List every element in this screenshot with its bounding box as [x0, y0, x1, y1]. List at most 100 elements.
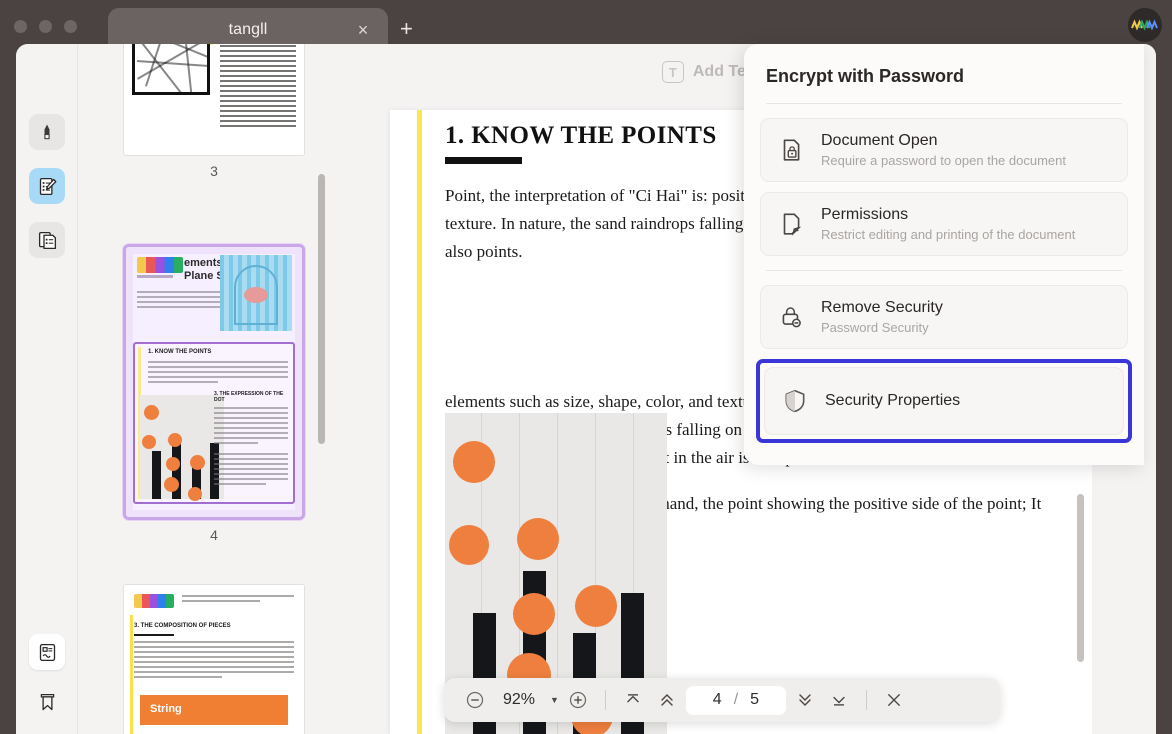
menu-item-title: Remove Security — [821, 299, 943, 317]
current-page-value: 4 — [713, 691, 722, 709]
lock-remove-icon — [777, 304, 805, 330]
highlighter-icon — [37, 122, 57, 142]
thumbnail-top-lines — [182, 595, 294, 605]
thumbnail-preview: ements ofPlane Space 1. KNOW THE POINTS — [126, 247, 302, 517]
updf-logo — [137, 257, 183, 273]
page-thumbnail-panel: 3 ements ofPlane Space — [78, 44, 330, 734]
panel-group-security: Remove Security Password Security Securi… — [744, 285, 1144, 443]
chevron-up-bar-icon — [623, 690, 643, 710]
zoom-in-button[interactable] — [563, 685, 593, 715]
avatar[interactable] — [1128, 8, 1162, 42]
menu-item-subtitle: Require a password to open the document — [821, 153, 1066, 168]
rainbow-wave-icon — [1131, 18, 1159, 32]
menu-item-subtitle: Restrict editing and printing of the doc… — [821, 227, 1075, 242]
menu-item-subtitle: Password Security — [821, 320, 943, 335]
thumbnail-right-heading: 3. THE EXPRESSION OF THE DOT — [214, 391, 288, 403]
edit-document-icon — [37, 176, 58, 197]
menu-item-title: Permissions — [821, 206, 1075, 224]
thumbnail-item[interactable]: 3. THE COMPOSITION OF PIECES String — [123, 584, 305, 734]
left-toolbar — [16, 44, 78, 734]
zoom-level-value[interactable]: 92% — [494, 691, 544, 709]
thumbnail-page-5[interactable]: 3. THE COMPOSITION OF PIECES String — [123, 584, 305, 734]
thumbnail-section-heading: 3. THE COMPOSITION OF PIECES — [134, 623, 231, 629]
previous-page-button[interactable] — [652, 685, 682, 715]
close-icon — [885, 691, 903, 709]
maximize-window-button[interactable] — [64, 20, 77, 33]
yellow-accent-bar — [130, 615, 133, 734]
thumbnail-scrollbar[interactable] — [318, 174, 325, 444]
chevron-down-bar-icon — [829, 690, 849, 710]
thumbnail-illustration — [220, 255, 292, 331]
thumbnail-item[interactable]: ements ofPlane Space 1. KNOW THE POINTS — [123, 244, 305, 543]
plus-circle-icon — [568, 690, 588, 710]
thumbnail-artwork — [140, 395, 224, 499]
page-number-input[interactable]: 4 / 5 — [686, 686, 786, 715]
thumbnail-preview — [124, 44, 304, 155]
menu-item-document-open[interactable]: Document Open Require a password to open… — [760, 118, 1128, 182]
app-window: tangll × + — [0, 0, 1172, 734]
minus-circle-icon — [465, 690, 485, 710]
yellow-accent-bar — [417, 110, 422, 734]
menu-item-title: Document Open — [821, 132, 1066, 150]
menu-item-permissions[interactable]: Permissions Restrict editing and printin… — [760, 192, 1128, 256]
new-tab-icon[interactable]: + — [400, 18, 413, 40]
thumbnail-page-4[interactable]: ements ofPlane Space 1. KNOW THE POINTS — [123, 244, 305, 520]
thumbnail-item[interactable]: 3 — [123, 44, 305, 179]
page-title: 1. KNOW THE POINTS — [445, 122, 717, 150]
sidebar-item-highlighter[interactable] — [29, 114, 65, 150]
sidebar-item-form[interactable] — [29, 634, 65, 670]
document-lock-icon — [777, 137, 805, 163]
panel-group-encrypt: Document Open Require a password to open… — [744, 118, 1144, 256]
page-navigation-toolbar: 92% ▼ — [444, 678, 1000, 722]
sidebar-item-organize-pages[interactable] — [29, 222, 65, 258]
toolbar-divider — [866, 690, 867, 710]
close-tab-icon[interactable]: × — [354, 21, 372, 39]
focus-highlight-ring: Security Properties — [756, 359, 1132, 443]
page-separator: / — [734, 691, 738, 709]
line-art-frame — [132, 44, 210, 95]
thumbnail-page-number: 4 — [123, 527, 305, 543]
minimize-window-button[interactable] — [39, 20, 52, 33]
string-banner: String — [140, 695, 288, 725]
updf-logo — [134, 594, 174, 608]
organize-pages-icon — [37, 230, 58, 251]
menu-item-remove-security[interactable]: Remove Security Password Security — [760, 285, 1128, 349]
toolbar-divider — [605, 690, 606, 710]
shield-icon — [781, 388, 809, 414]
add-text-icon: T — [662, 61, 684, 83]
banner-label: String — [150, 703, 182, 715]
chevron-down-icon[interactable]: ▼ — [550, 695, 559, 705]
title-underline — [445, 157, 522, 164]
bookmark-icon — [37, 692, 58, 713]
document-pencil-icon — [777, 211, 805, 237]
document-scrollbar[interactable] — [1077, 494, 1084, 662]
window-controls[interactable] — [14, 20, 77, 33]
panel-divider — [766, 270, 1122, 271]
encrypt-with-password-panel: Encrypt with Password Document Open Requ… — [744, 44, 1144, 465]
thumbnail-section-heading: 1. KNOW THE POINTS — [148, 349, 211, 355]
menu-item-security-properties[interactable]: Security Properties — [764, 367, 1124, 435]
menu-item-title: Security Properties — [825, 392, 960, 410]
close-window-button[interactable] — [14, 20, 27, 33]
panel-divider — [766, 103, 1122, 104]
thumbnail-body — [134, 641, 294, 681]
next-page-button[interactable] — [790, 685, 820, 715]
thumbnail-page-3[interactable] — [123, 44, 305, 156]
sidebar-item-edit[interactable] — [29, 168, 65, 204]
thumbnail-preview: 3. THE COMPOSITION OF PIECES String — [124, 585, 304, 734]
thumbnail-body — [148, 361, 288, 386]
logo-subtitle — [137, 275, 173, 278]
sidebar-item-bookmark[interactable] — [29, 684, 65, 720]
close-toolbar-button[interactable] — [879, 685, 909, 715]
thumbnail-right-column: 3. THE EXPRESSION OF THE DOT — [214, 391, 288, 488]
first-page-button[interactable] — [618, 685, 648, 715]
chevron-double-up-icon — [657, 690, 677, 710]
last-page-button[interactable] — [824, 685, 854, 715]
form-signature-icon — [37, 642, 58, 663]
panel-title: Encrypt with Password — [744, 62, 1144, 103]
zoom-out-button[interactable] — [460, 685, 490, 715]
heading-rule — [134, 634, 174, 636]
tab-title: tangll — [229, 21, 268, 39]
title-bar: tangll × + — [0, 0, 1172, 44]
chevron-double-down-icon — [795, 690, 815, 710]
